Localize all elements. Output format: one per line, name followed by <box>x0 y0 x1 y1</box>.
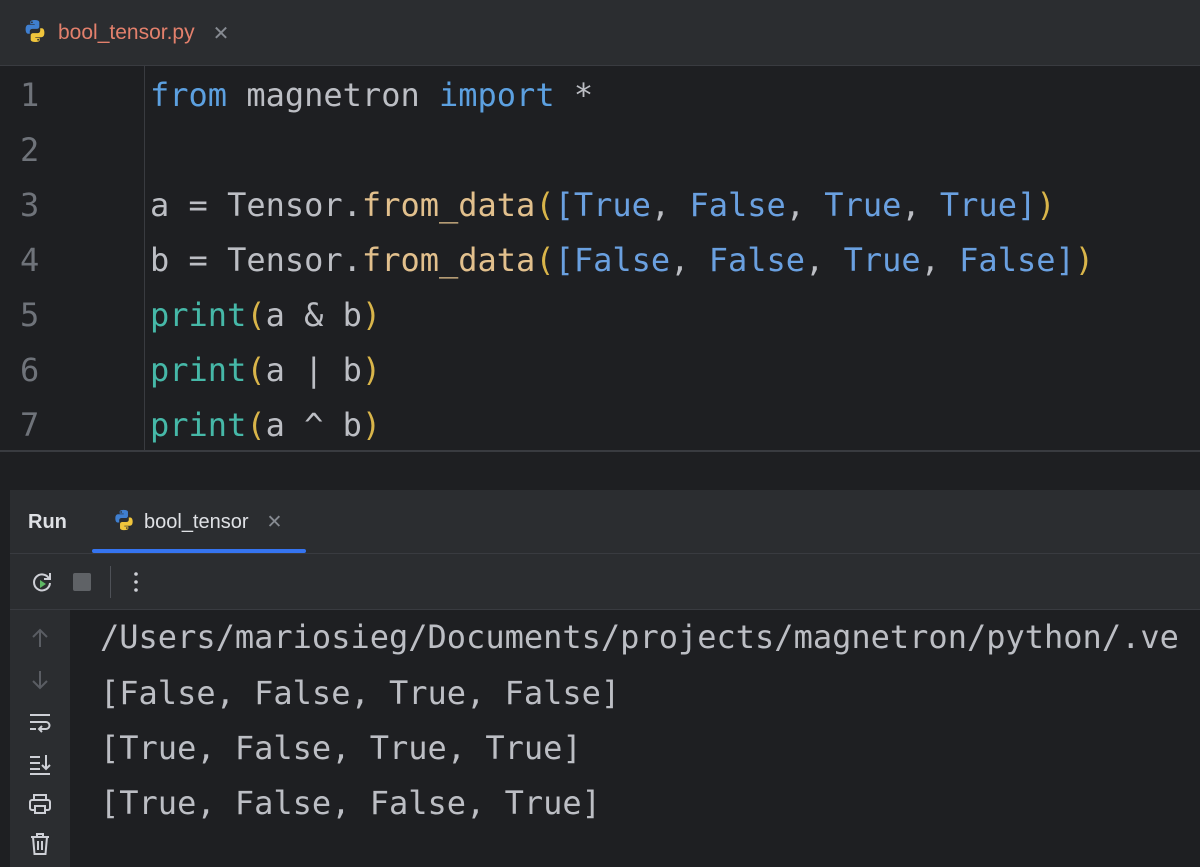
line-number: 3 <box>20 186 40 224</box>
code-line: 5 print(a & b) <box>0 288 1200 343</box>
console-line: [True, False, False, True] <box>100 784 601 822</box>
line-text: print(a & b) <box>150 296 382 334</box>
scroll-to-end-icon[interactable] <box>26 750 54 778</box>
code-editor[interactable]: 1 from magnetron import * 2 3 a = Tensor… <box>0 66 1200 452</box>
stop-icon[interactable] <box>68 568 96 596</box>
run-tab-label: bool_tensor <box>144 510 249 533</box>
console-line: /Users/mariosieg/Documents/projects/magn… <box>100 618 1179 656</box>
code-line: 7 print(a ^ b) <box>0 398 1200 453</box>
run-config-tab[interactable]: bool_tensor ✕ <box>112 490 282 554</box>
soft-wrap-icon[interactable] <box>26 708 54 736</box>
console-side-toolbar <box>10 610 70 867</box>
editor-tab-label: bool_tensor.py <box>58 21 195 44</box>
code-line: 2 <box>0 123 1200 178</box>
print-icon[interactable] <box>26 790 54 818</box>
run-tool-window-header: Run bool_tensor ✕ <box>10 490 1200 554</box>
line-text: print(a ^ b) <box>150 406 382 444</box>
line-number: 7 <box>20 406 40 444</box>
code-line: 3 a = Tensor.from_data([True, False, Tru… <box>0 178 1200 233</box>
line-number: 4 <box>20 241 40 279</box>
editor-tab[interactable]: bool_tensor.py ✕ <box>22 0 229 66</box>
close-icon[interactable]: ✕ <box>267 511 283 534</box>
code-line: 6 print(a | b) <box>0 343 1200 398</box>
close-icon[interactable]: ✕ <box>213 21 230 46</box>
left-edge <box>0 490 10 867</box>
line-text: from magnetron import * <box>150 76 594 114</box>
line-number: 6 <box>20 351 40 389</box>
editor-tab-bar: bool_tensor.py ✕ <box>0 0 1200 66</box>
console-line: [False, False, True, False] <box>100 674 621 712</box>
code-line: 1 from magnetron import * <box>0 68 1200 123</box>
console-output[interactable]: /Users/mariosieg/Documents/projects/magn… <box>70 610 1200 867</box>
line-number: 5 <box>20 296 40 334</box>
python-icon <box>22 18 48 49</box>
toolbar-separator <box>110 566 111 598</box>
line-number: 2 <box>20 131 40 169</box>
active-tab-indicator <box>92 549 306 553</box>
arrow-down-icon[interactable] <box>26 666 54 694</box>
run-title: Run <box>28 511 67 533</box>
arrow-up-icon[interactable] <box>26 624 54 652</box>
console-line: [True, False, True, True] <box>100 729 582 767</box>
panel-splitter[interactable] <box>0 452 1200 490</box>
line-text: print(a | b) <box>150 351 382 389</box>
line-number: 1 <box>20 76 40 114</box>
rerun-icon[interactable] <box>28 568 56 596</box>
trash-icon[interactable] <box>26 830 54 858</box>
line-text: a = Tensor.from_data([True, False, True,… <box>150 186 1056 224</box>
line-text: b = Tensor.from_data([False, False, True… <box>150 241 1095 279</box>
run-toolbar <box>10 554 1200 610</box>
python-icon <box>112 508 136 537</box>
code-line: 4 b = Tensor.from_data([False, False, Tr… <box>0 233 1200 288</box>
more-vertical-icon[interactable] <box>122 568 150 596</box>
